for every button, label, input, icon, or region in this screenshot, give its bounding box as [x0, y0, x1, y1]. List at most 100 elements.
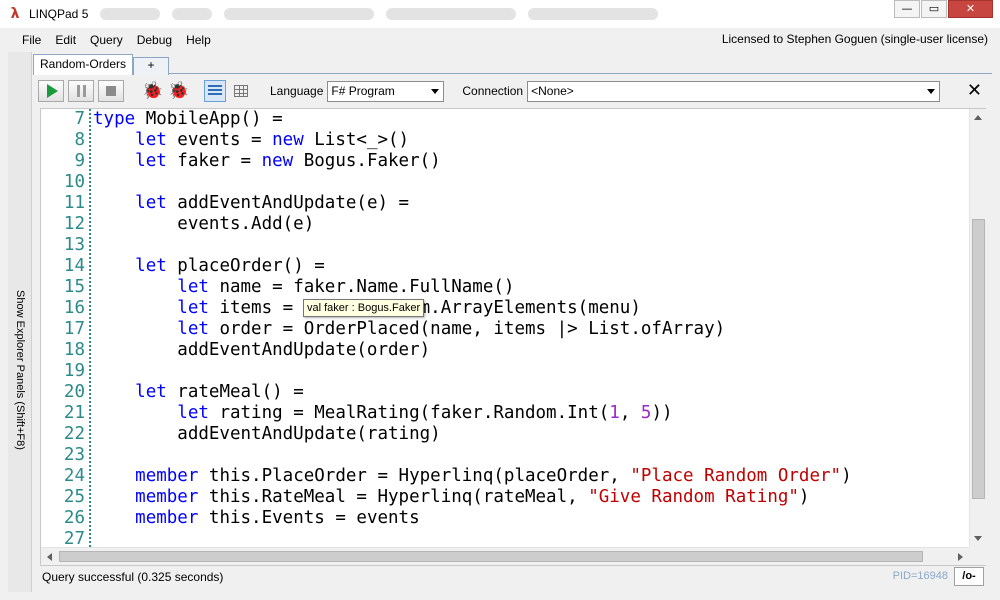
- vertical-scrollbar[interactable]: [969, 109, 986, 547]
- code-keyword: new: [261, 151, 294, 171]
- line-number: 7: [74, 109, 85, 129]
- language-label: Language: [270, 84, 324, 98]
- line-number: 18: [63, 340, 85, 360]
- code-line: 17 let order = OrderPlaced(name, items |…: [41, 319, 969, 340]
- blurred-title-segment: [172, 8, 213, 20]
- code-token: this.RateMeal = Hyperlinq(rateMeal,: [198, 487, 589, 507]
- menu-debug[interactable]: Debug: [130, 33, 179, 47]
- code-keyword: type: [93, 109, 136, 129]
- scroll-left-icon[interactable]: [47, 553, 52, 561]
- results-panel-toggle[interactable]: /o-: [954, 567, 984, 586]
- explorer-panel-toggle[interactable]: Show Explorer Panels (Shift+F8): [8, 52, 32, 592]
- scrollbar-corner: [969, 547, 986, 565]
- scroll-down-icon[interactable]: [974, 536, 982, 541]
- code-text: let placeOrder() =: [93, 256, 325, 277]
- code-string: "Place Random Order": [630, 466, 842, 486]
- code-line: 10: [41, 172, 969, 193]
- code-text: member this.Events = events: [93, 508, 419, 529]
- code-number: 5: [640, 403, 652, 423]
- run-button[interactable]: [38, 80, 64, 102]
- stop-button[interactable]: [98, 80, 124, 102]
- code-text: addEventAndUpdate(rating): [93, 424, 441, 445]
- code-keyword: let: [135, 256, 167, 276]
- code-line: 27: [41, 529, 969, 547]
- code-text: let order = OrderPlaced(name, items |> L…: [93, 319, 725, 340]
- data-grid-results-button[interactable]: [230, 80, 252, 102]
- menu-edit[interactable]: Edit: [48, 33, 83, 47]
- play-icon: [47, 84, 58, 98]
- window-controls: — ▭ ✕: [893, 0, 993, 20]
- menu-help[interactable]: Help: [179, 33, 218, 47]
- connection-value: <None>: [531, 84, 574, 98]
- code-keyword: let: [135, 130, 167, 150]
- chevron-down-icon: [927, 88, 936, 94]
- code-text: type MobileApp() =: [93, 109, 283, 130]
- tab-random-orders[interactable]: Random-Orders: [33, 54, 134, 75]
- code-keyword: let: [177, 319, 209, 339]
- quickinfo-tooltip: val faker : Bogus.Faker: [303, 299, 425, 317]
- code-token: addEventAndUpdate(e) =: [166, 193, 410, 213]
- language-value: F# Program: [331, 84, 395, 98]
- code-line: 18 addEventAndUpdate(order): [41, 340, 969, 361]
- text-lines-icon: [208, 85, 222, 97]
- code-token: rating = MealRating(faker.Random.Int(: [208, 403, 610, 423]
- line-number: 23: [63, 445, 85, 465]
- code-keyword: let: [135, 151, 167, 171]
- code-text: let addEventAndUpdate(e) =: [93, 193, 409, 214]
- menu-file[interactable]: File: [8, 33, 48, 47]
- code-text: let events = new List<_>(): [93, 130, 409, 151]
- code-line: 20 let rateMeal() =: [41, 382, 969, 403]
- query-status: Query successful (0.325 seconds): [42, 570, 224, 584]
- gutter-border: [89, 109, 91, 547]
- new-tab-button[interactable]: +: [133, 57, 169, 75]
- query-toolbar: 🐞 🐞 Language F# Program Connection <None…: [33, 76, 992, 106]
- code-token: rateMeal() =: [166, 382, 304, 402]
- code-keyword: let: [177, 277, 209, 297]
- horizontal-scrollbar[interactable]: [41, 547, 969, 565]
- code-token: List<_>(): [303, 130, 410, 150]
- scroll-right-icon[interactable]: [958, 553, 963, 561]
- line-number: 24: [63, 466, 85, 486]
- close-query-button[interactable]: ✕: [967, 80, 982, 101]
- code-lines: 7 type MobileApp() = 8 let events = new Li…: [41, 109, 969, 547]
- title-bar: λ LINQPad 5 — ▭ ✕: [0, 0, 1000, 28]
- code-text: let faker = new Bogus.Faker(): [93, 151, 441, 172]
- code-line: 21 let rating = MealRating(faker.Random.…: [41, 403, 969, 424]
- code-keyword: let: [135, 382, 167, 402]
- code-editor[interactable]: 7 type MobileApp() = 8 let events = new Li…: [40, 108, 986, 566]
- language-select[interactable]: F# Program: [327, 80, 445, 102]
- line-number: 8: [74, 130, 85, 150]
- line-number: 27: [63, 529, 85, 547]
- line-number: 9: [74, 151, 85, 171]
- code-text: addEventAndUpdate(order): [93, 340, 430, 361]
- rich-text-results-button[interactable]: [204, 80, 226, 102]
- connection-select[interactable]: <None>: [527, 80, 941, 102]
- debug-bug-blue-icon[interactable]: 🐞: [168, 80, 190, 102]
- menu-query[interactable]: Query: [83, 33, 130, 47]
- pause-button[interactable]: [68, 80, 94, 102]
- horizontal-scroll-thumb[interactable]: [59, 551, 923, 562]
- minimize-button[interactable]: —: [894, 0, 920, 18]
- code-text: let name = faker.Name.FullName(): [93, 277, 514, 298]
- grid-icon: [234, 85, 248, 97]
- debug-bug-red-icon[interactable]: 🐞: [142, 80, 164, 102]
- status-bar: Query successful (0.325 seconds) PID=169…: [33, 566, 992, 588]
- maximize-button[interactable]: ▭: [921, 0, 947, 18]
- code-token: addEventAndUpdate(rating): [93, 424, 441, 444]
- code-keyword: let: [135, 193, 167, 213]
- code-keyword: member: [135, 487, 199, 507]
- close-window-button[interactable]: ✕: [948, 0, 993, 18]
- vertical-scroll-thumb[interactable]: [972, 219, 985, 499]
- code-text: let rateMeal() =: [93, 382, 304, 403]
- scroll-up-icon[interactable]: [974, 115, 982, 120]
- stop-icon: [106, 86, 116, 96]
- code-token: Bogus.Faker(): [293, 151, 441, 171]
- code-token: faker =: [166, 151, 262, 171]
